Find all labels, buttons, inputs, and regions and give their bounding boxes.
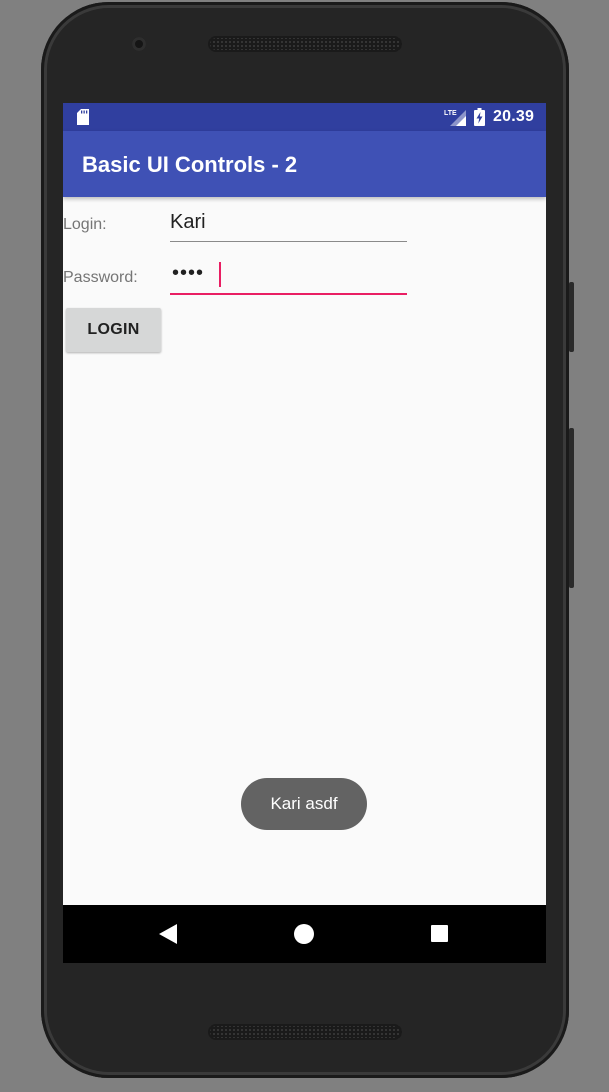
password-input-value: •••• <box>172 262 205 284</box>
sd-card-icon <box>77 109 89 125</box>
login-input-value: Kari <box>170 211 206 233</box>
screen: LTE 20.39 Basic UI Controls - 2 Login: K… <box>63 103 546 963</box>
status-bar: LTE 20.39 <box>63 103 546 131</box>
power-button <box>569 428 574 588</box>
password-label: Password: <box>63 269 138 286</box>
app-title: Basic UI Controls - 2 <box>82 152 298 177</box>
recents-icon[interactable] <box>431 925 448 942</box>
login-label: Login: <box>63 216 107 233</box>
status-clock: 20.39 <box>493 108 535 125</box>
password-input[interactable]: •••• <box>170 258 407 295</box>
login-button[interactable]: LOGIN <box>66 308 161 352</box>
battery-charging-icon <box>474 108 485 126</box>
toast-message: Kari asdf <box>241 778 367 830</box>
lte-signal-icon: LTE <box>444 110 466 126</box>
bottom-speaker <box>208 1024 402 1040</box>
app-toolbar: Basic UI Controls - 2 <box>63 131 546 197</box>
home-icon[interactable] <box>294 924 314 944</box>
login-input[interactable]: Kari <box>170 205 407 242</box>
navigation-bar <box>63 905 546 963</box>
front-camera <box>132 37 146 51</box>
earpiece-speaker <box>208 36 402 52</box>
back-icon[interactable] <box>159 924 177 944</box>
text-cursor <box>219 262 221 287</box>
svg-text:LTE: LTE <box>444 110 457 117</box>
volume-button <box>569 282 574 352</box>
